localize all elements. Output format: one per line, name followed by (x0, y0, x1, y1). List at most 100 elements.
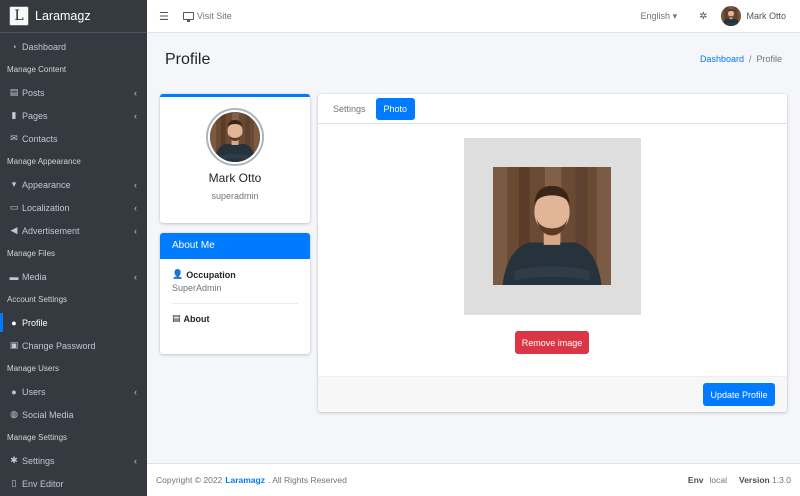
sidebar-item-label: Profile (22, 317, 48, 328)
sidebar-item-pages[interactable]: ▮ Pages ‹ (0, 104, 147, 127)
profile-username: superadmin (211, 191, 259, 201)
breadcrumb: Dashboard / Profile (699, 54, 782, 64)
sidebar-item-posts[interactable]: ▤ Posts ‹ (0, 81, 147, 104)
language-label: English (640, 10, 671, 21)
chevron-left-icon: ‹ (134, 271, 137, 282)
advertisement-icon: ◀ (10, 225, 18, 235)
profile-photo[interactable] (493, 167, 611, 285)
sidebar-nav: ◔ Dashboard Manage Content ▤ Posts ‹ ▮ Pages ‹ ✉ C… (0, 33, 147, 495)
sidebar-item-label: Users (22, 386, 46, 397)
brand-logo: L (9, 6, 29, 26)
user-name: Mark Otto (746, 11, 786, 21)
sidebar-item-label: Social Media (22, 409, 74, 420)
tab-photo[interactable]: Photo (375, 97, 416, 120)
copyright-text: Copyright © 2022 (156, 475, 223, 485)
nav-section-header: Manage Appearance (7, 157, 81, 166)
sidebar-item-advertisement[interactable]: ◀ Advertisement ‹ (0, 219, 147, 242)
profile-name: Mark Otto (208, 171, 262, 185)
tab-settings[interactable]: Settings (325, 98, 374, 120)
profile-avatar (206, 108, 264, 166)
sidebar: L Laramagz ◔ Dashboard Manage Content ▤ Post… (0, 0, 147, 496)
chevron-left-icon: ‹ (134, 386, 137, 397)
about-heading: ▤ About (172, 313, 298, 324)
sidebar-item-appearance[interactable]: ▾ Appearance ‹ (0, 173, 147, 196)
sidebar-item-label: Settings (22, 455, 55, 466)
user-menu[interactable]: Mark Otto (721, 6, 786, 26)
file-text-icon: ▤ (172, 313, 181, 323)
remove-image-button[interactable]: Remove image (515, 331, 589, 354)
menu-toggle-icon[interactable]: ☰ (159, 10, 169, 23)
file-icon: ▯ (11, 478, 17, 488)
dashboard-icon: ◔ (11, 41, 17, 52)
lock-icon: ▣ (9, 340, 19, 350)
version-label: Version (739, 475, 770, 485)
sidebar-item-contacts[interactable]: ✉ Contacts (0, 127, 147, 150)
occupation-value: SuperAdmin (172, 283, 222, 293)
visit-site-link[interactable]: Visit Site (182, 11, 232, 22)
language-dropdown[interactable]: English ▾ (641, 11, 678, 22)
chevron-left-icon: ‹ (134, 87, 137, 98)
about-label: About (183, 313, 210, 324)
posts-icon: ▤ (9, 87, 19, 97)
brand[interactable]: L Laramagz (0, 0, 147, 33)
avatar (721, 6, 741, 26)
sidebar-item-label: Contacts (22, 133, 58, 144)
profile-card: Mark Otto superadmin (160, 94, 310, 223)
media-icon: ▬ (9, 271, 19, 282)
sidebar-item-social-media[interactable]: ◍ Social Media (0, 403, 147, 426)
sidebar-item-dashboard[interactable]: ◔ Dashboard (0, 35, 147, 58)
profile-edit-card: Settings Photo Remove image Update Profi… (318, 94, 787, 412)
sidebar-item-label: Env Editor (22, 478, 64, 489)
nav-section-header: Manage Files (7, 249, 56, 258)
sidebar-item-label: Dashboard (22, 41, 67, 52)
nav-section-header: Account Settings (7, 295, 68, 304)
nav-section-header: Manage Users (7, 364, 60, 373)
appearance-icon: ▾ (11, 179, 17, 189)
sidebar-item-label: Change Password (22, 340, 96, 351)
nav-section-header: Manage Settings (7, 433, 68, 442)
sidebar-item-label: Appearance (22, 179, 71, 190)
user-tie-icon: 👤 (172, 269, 184, 279)
breadcrumb-dashboard-link[interactable]: Dashboard (700, 54, 744, 64)
chevron-left-icon: ‹ (134, 179, 137, 190)
sidebar-item-profile[interactable]: ● Profile (0, 311, 147, 334)
sidebar-item-settings[interactable]: ✱ Settings ‹ (0, 449, 147, 472)
rights-text: . All Rights Reserved (267, 475, 347, 485)
sidebar-item-env-editor[interactable]: ▯ Env Editor (0, 472, 147, 495)
contacts-icon: ✉ (10, 133, 18, 143)
env-label: Env (687, 475, 704, 485)
sidebar-item-label: Pages (22, 110, 48, 121)
breadcrumb-current: Profile (756, 54, 782, 64)
occupation-heading: 👤 Occupation (172, 269, 298, 280)
settings-gear-icon[interactable]: ✲ (699, 11, 707, 22)
tab-bar: Settings Photo (318, 94, 787, 124)
user-icon: ● (11, 317, 17, 328)
settings-icon: ✱ (10, 455, 18, 465)
localization-icon: ▭ (9, 202, 19, 212)
env-value: local (709, 475, 727, 485)
topbar: ☰ Visit Site English ▾ ✲ Mark Otto (147, 0, 800, 33)
chevron-left-icon: ‹ (134, 225, 137, 236)
photo-preview-frame (464, 138, 641, 315)
sidebar-item-localization[interactable]: ▭ Localization ‹ (0, 196, 147, 219)
chevron-left-icon: ‹ (134, 110, 137, 121)
about-title: About Me (160, 233, 310, 259)
sidebar-item-label: Posts (22, 87, 45, 98)
card-footer: Update Profile (318, 376, 787, 412)
footer-brand-link[interactable]: Laramagz (225, 475, 265, 485)
globe-icon: ◍ (10, 409, 18, 419)
occupation-label: Occupation (186, 269, 236, 280)
sidebar-item-change-password[interactable]: ▣ Change Password (0, 334, 147, 357)
sidebar-item-users[interactable]: ● Users ‹ (0, 380, 147, 403)
sidebar-item-label: Media (22, 271, 47, 282)
brand-name: Laramagz (35, 9, 91, 23)
chevron-down-icon: ▾ (672, 10, 678, 21)
divider (172, 303, 298, 304)
pages-icon: ▮ (11, 110, 17, 120)
users-icon: ● (11, 386, 17, 397)
sidebar-item-media[interactable]: ▬ Media ‹ (0, 265, 147, 288)
about-card: About Me 👤 Occupation SuperAdmin ▤ About (160, 233, 310, 354)
visit-site-label: Visit Site (196, 11, 232, 21)
sidebar-item-label: Advertisement (22, 225, 80, 236)
update-profile-button[interactable]: Update Profile (703, 383, 775, 406)
